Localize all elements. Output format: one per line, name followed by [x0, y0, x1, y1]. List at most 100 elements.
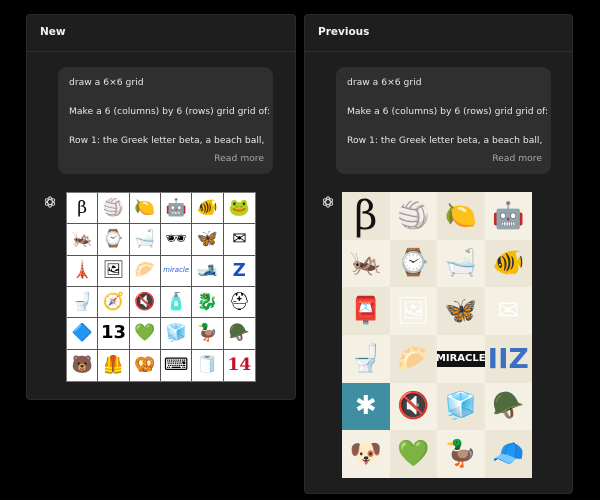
grid-cell: 💚 — [129, 318, 161, 350]
grid-cell-content: 🖼 — [396, 296, 430, 327]
prompt-line-1: draw a 6×6 grid — [347, 77, 422, 88]
grid-cell-content: 🧢 — [492, 439, 525, 470]
grid-cell-content: 🔇 — [134, 291, 156, 312]
grid-cell-content: 🕶 — [165, 228, 187, 249]
grid-cell: 🦗 — [342, 239, 390, 288]
grid-cell-content: 🐻 — [71, 354, 93, 375]
grid-cell-content: 🧻 — [196, 354, 219, 375]
grid-cell-content: 🥟 — [134, 260, 156, 281]
grid-cell-content: β — [77, 197, 88, 218]
read-more-link[interactable]: Read more — [214, 153, 264, 164]
grid-cell: 🦺 — [98, 349, 130, 381]
grid-cell-content: 🦋 — [196, 228, 219, 249]
grid-cell-content: 🛁 — [444, 248, 477, 279]
grid-cell: 🦋 — [437, 287, 485, 335]
panel-divider — [27, 51, 295, 52]
grid-cell: 🗼 — [67, 255, 99, 287]
grid-cell: 🧊 — [161, 318, 193, 350]
grid-cell: 🥟 — [129, 255, 161, 287]
openai-logo-icon — [322, 196, 334, 208]
openai-logo-icon — [44, 196, 56, 208]
grid-cell-content: 🔷 — [71, 322, 93, 343]
grid-cell: β — [342, 192, 390, 240]
prompt-line-3: Row 1: the Greek letter beta, a beach ba… — [69, 135, 267, 146]
grid-cell-content: 🏐 — [102, 197, 125, 218]
grid-cell-content: ✉ — [497, 296, 520, 327]
grid-cell-content: 🪖 — [228, 322, 250, 343]
grid-cell-content: ⌚ — [397, 248, 430, 279]
grid-cell-content: 💚 — [397, 439, 430, 470]
grid-cell: 🦗 — [67, 224, 99, 256]
prompt-line-1: draw a 6×6 grid — [69, 77, 144, 88]
grid-cell: β — [67, 193, 99, 225]
grid-cell: 🪖 — [484, 382, 532, 431]
grid-cell-content: 🚽 — [349, 343, 382, 374]
grid-cell: 🔇 — [389, 382, 437, 431]
grid-cell: 🥟 — [389, 335, 437, 383]
grid-cell-content: ✱ — [354, 391, 377, 422]
panel-title: New — [40, 26, 66, 38]
grid-cell-content: 🗼 — [71, 260, 93, 281]
grid-cell-content: 🧴 — [165, 291, 187, 312]
grid-cell: 🍋 — [437, 192, 485, 240]
grid-cell: ⛑ — [223, 287, 255, 319]
grid-cell-content: β — [354, 192, 378, 239]
grid-cell: 🐠 — [192, 193, 224, 225]
grid-cell-content: ⌨ — [163, 354, 189, 375]
grid-cell-content: 🧭 — [102, 291, 125, 312]
grid-cell-content: 🍋 — [444, 200, 477, 231]
grid-cell: 🎿 — [192, 255, 224, 287]
grid-cell: 🍋 — [129, 193, 161, 225]
grid-cell: 🖼 — [389, 287, 437, 335]
grid-cell: 🐻 — [67, 349, 99, 381]
grid-cell: 🥨 — [130, 349, 161, 381]
grid-cell: 🧴 — [161, 287, 193, 319]
grid-cell-content: IIZ — [487, 341, 529, 375]
read-more-link[interactable]: Read more — [492, 153, 542, 164]
grid-cell: Z — [223, 256, 255, 287]
grid-cell-content: 14 — [227, 354, 252, 375]
grid-cell-content: 💚 — [134, 322, 156, 343]
generated-image-illustrated-grid[interactable]: β 🏐 🍋 🤖 🦗 ⌚ 🛁 🐠 📮 🖼 🦋 ✉ 🚽 🥟 MIRACLE IIZ ✱ 🔇 🧊 🪖 🐶 💚 🦆 🧢 — [342, 192, 532, 478]
grid-cell: 🔇 — [129, 287, 161, 319]
grid-cell: ⌚ — [389, 239, 437, 288]
grid-cell-content: 🐠 — [196, 197, 219, 218]
grid-cell-content: 🏐 — [397, 200, 430, 231]
grid-cell-content: ⌚ — [102, 228, 125, 249]
grid-cell-content: 🐠 — [492, 248, 525, 279]
grid-cell: 14 — [224, 350, 255, 381]
grid-cell: ⌨ — [161, 349, 193, 381]
grid-cell: 🕶 — [161, 224, 193, 256]
grid-cell-content: miracle — [163, 266, 190, 275]
grid-cell: 🧭 — [98, 287, 130, 319]
grid-cell: 🏐 — [389, 192, 437, 240]
comparison-panel-previous: Previous draw a 6×6 grid Make a 6 (colum… — [304, 14, 573, 494]
grid-cell: 🔷 — [67, 318, 99, 350]
grid-cell-content: 🧊 — [444, 391, 477, 422]
grid-cell-content: 🤖 — [165, 197, 187, 218]
grid-cell-content: 🦆 — [444, 439, 477, 470]
grid-cell: MIRACLE — [437, 335, 485, 383]
grid-cell-content: ✉ — [232, 228, 247, 249]
grid-cell-content: 🤖 — [492, 200, 525, 231]
grid-cell-content: 🦗 — [71, 228, 93, 249]
comparison-panel-new: New draw a 6×6 grid Make a 6 (columns) b… — [26, 14, 296, 400]
grid-cell-content: 🛁 — [134, 228, 156, 249]
grid-cell: miracle — [161, 255, 193, 287]
grid-cell: 🏐 — [98, 193, 130, 225]
grid-cell: 🤖 — [484, 192, 532, 240]
grid-cell-content: 🦗 — [349, 248, 382, 279]
grid-cell-content: 🖼 — [102, 260, 125, 281]
grid-cell-content: 🐶 — [349, 439, 382, 470]
grid-cell: 🐉 — [192, 287, 224, 319]
generated-image-6x6-grid[interactable]: β 🏐 🍋 🤖 🐠 🐸 🦗 ⌚ 🛁 🕶 🦋 ✉ 🗼 🖼 🥟 miracle 🎿 Z 🚽 🧭 🔇 🧴 🐉 ⛑ 🔷 13 💚 🧊 🦆 🪖 🐻 🦺 🥨… — [66, 192, 256, 382]
grid-cell-content: 🚽 — [71, 291, 93, 312]
prompt-line-2: Make a 6 (columns) by 6 (rows) grid grid… — [347, 106, 549, 117]
grid-cell: 💚 — [389, 430, 437, 478]
grid-cell: 🐸 — [223, 193, 255, 225]
grid-cell: 🚽 — [67, 287, 99, 319]
user-prompt-bubble: draw a 6×6 grid Make a 6 (columns) by 6 … — [336, 67, 551, 174]
grid-cell-content: 🪖 — [492, 391, 525, 422]
grid-cell: 🪖 — [223, 318, 255, 350]
grid-cell-content: 🍋 — [134, 197, 156, 218]
